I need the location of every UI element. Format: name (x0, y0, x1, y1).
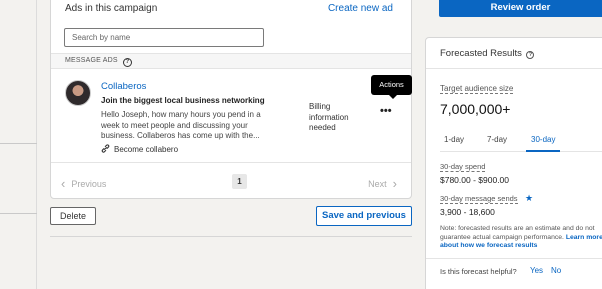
help-icon[interactable]: ? (526, 51, 535, 59)
spend-value: $780.00 - $900.00 (440, 175, 510, 185)
help-icon[interactable]: ? (122, 58, 132, 67)
tab-7-day[interactable]: 7-day (487, 135, 507, 144)
ad-name-link[interactable]: Collaberos (101, 81, 146, 92)
left-divider (0, 143, 37, 144)
active-tab-indicator (526, 150, 560, 152)
tab-1-day[interactable]: 1-day (444, 135, 464, 144)
ad-headline: Join the biggest local business networki… (101, 96, 265, 105)
section-label-bar: MESSAGE ADS ? (51, 53, 411, 69)
next-label: Next (368, 179, 387, 189)
ads-heading: Ads in this campaign (65, 3, 158, 14)
tabs-divider (440, 151, 602, 152)
left-panel-edge (0, 0, 37, 289)
divider (50, 236, 412, 237)
search-input[interactable]: Search by name (64, 28, 264, 47)
link-icon (101, 144, 110, 153)
ad-cta-label: Become collabero (114, 145, 179, 154)
divider (51, 162, 411, 163)
next-page-button[interactable]: Next › (368, 176, 397, 191)
delete-button[interactable]: Delete (50, 207, 96, 225)
review-order-button[interactable]: Review order (439, 0, 602, 17)
ad-cta: Become collabero (101, 144, 178, 154)
ad-body-text: Hello Joseph, how many hours you pend in… (101, 110, 261, 140)
forecast-title: Forecasted Results ? (440, 48, 535, 59)
message-sends-value: 3,900 - 18,600 (440, 207, 495, 217)
previous-label: Previous (71, 179, 107, 189)
tab-30-day[interactable]: 30-day (531, 135, 555, 144)
divider (426, 68, 602, 69)
target-audience-label: Target audience size (440, 84, 514, 94)
yes-button[interactable]: Yes (530, 266, 543, 275)
avatar (65, 80, 91, 106)
billing-status: Billing information needed (309, 102, 349, 132)
spend-label: 30-day spend (440, 162, 486, 172)
forecast-title-label: Forecasted Results (440, 48, 522, 59)
more-icon[interactable]: ••• (380, 105, 392, 117)
helpful-question: Is this forecast helpful? (440, 267, 517, 276)
message-sends-label: 30-day message sends (440, 194, 518, 204)
divider (426, 258, 602, 259)
create-new-ad-link[interactable]: Create new ad (328, 3, 393, 14)
forecast-note: Note: forecasted results are an estimate… (440, 225, 602, 251)
section-label: MESSAGE ADS (65, 57, 118, 64)
actions-tooltip: Actions (371, 75, 412, 99)
save-and-previous-button[interactable]: Save and previous (316, 206, 412, 226)
target-audience-value: 7,000,000+ (440, 101, 511, 117)
no-button[interactable]: No (551, 266, 561, 275)
forecast-card: Forecasted Results ? Target audience siz… (425, 37, 602, 289)
chevron-left-icon: ‹ (61, 176, 66, 191)
chevron-right-icon: › (392, 176, 397, 191)
left-divider (0, 213, 37, 214)
ads-card: Ads in this campaign Create new ad Searc… (50, 0, 412, 199)
current-page[interactable]: 1 (232, 174, 247, 189)
star-icon: ★ (525, 193, 534, 203)
previous-page-button[interactable]: ‹ Previous (61, 176, 106, 191)
